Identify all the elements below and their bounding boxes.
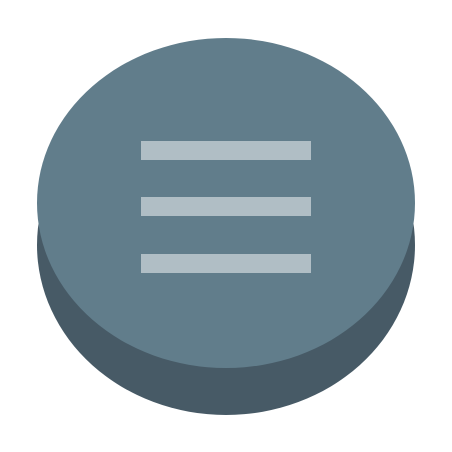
menu-icon-bar-bottom [141,254,311,273]
menu-button-graphic [37,38,415,415]
menu-button[interactable] [0,0,452,452]
menu-icon-bar-top [141,141,311,160]
menu-icon-bar-middle [141,197,311,216]
